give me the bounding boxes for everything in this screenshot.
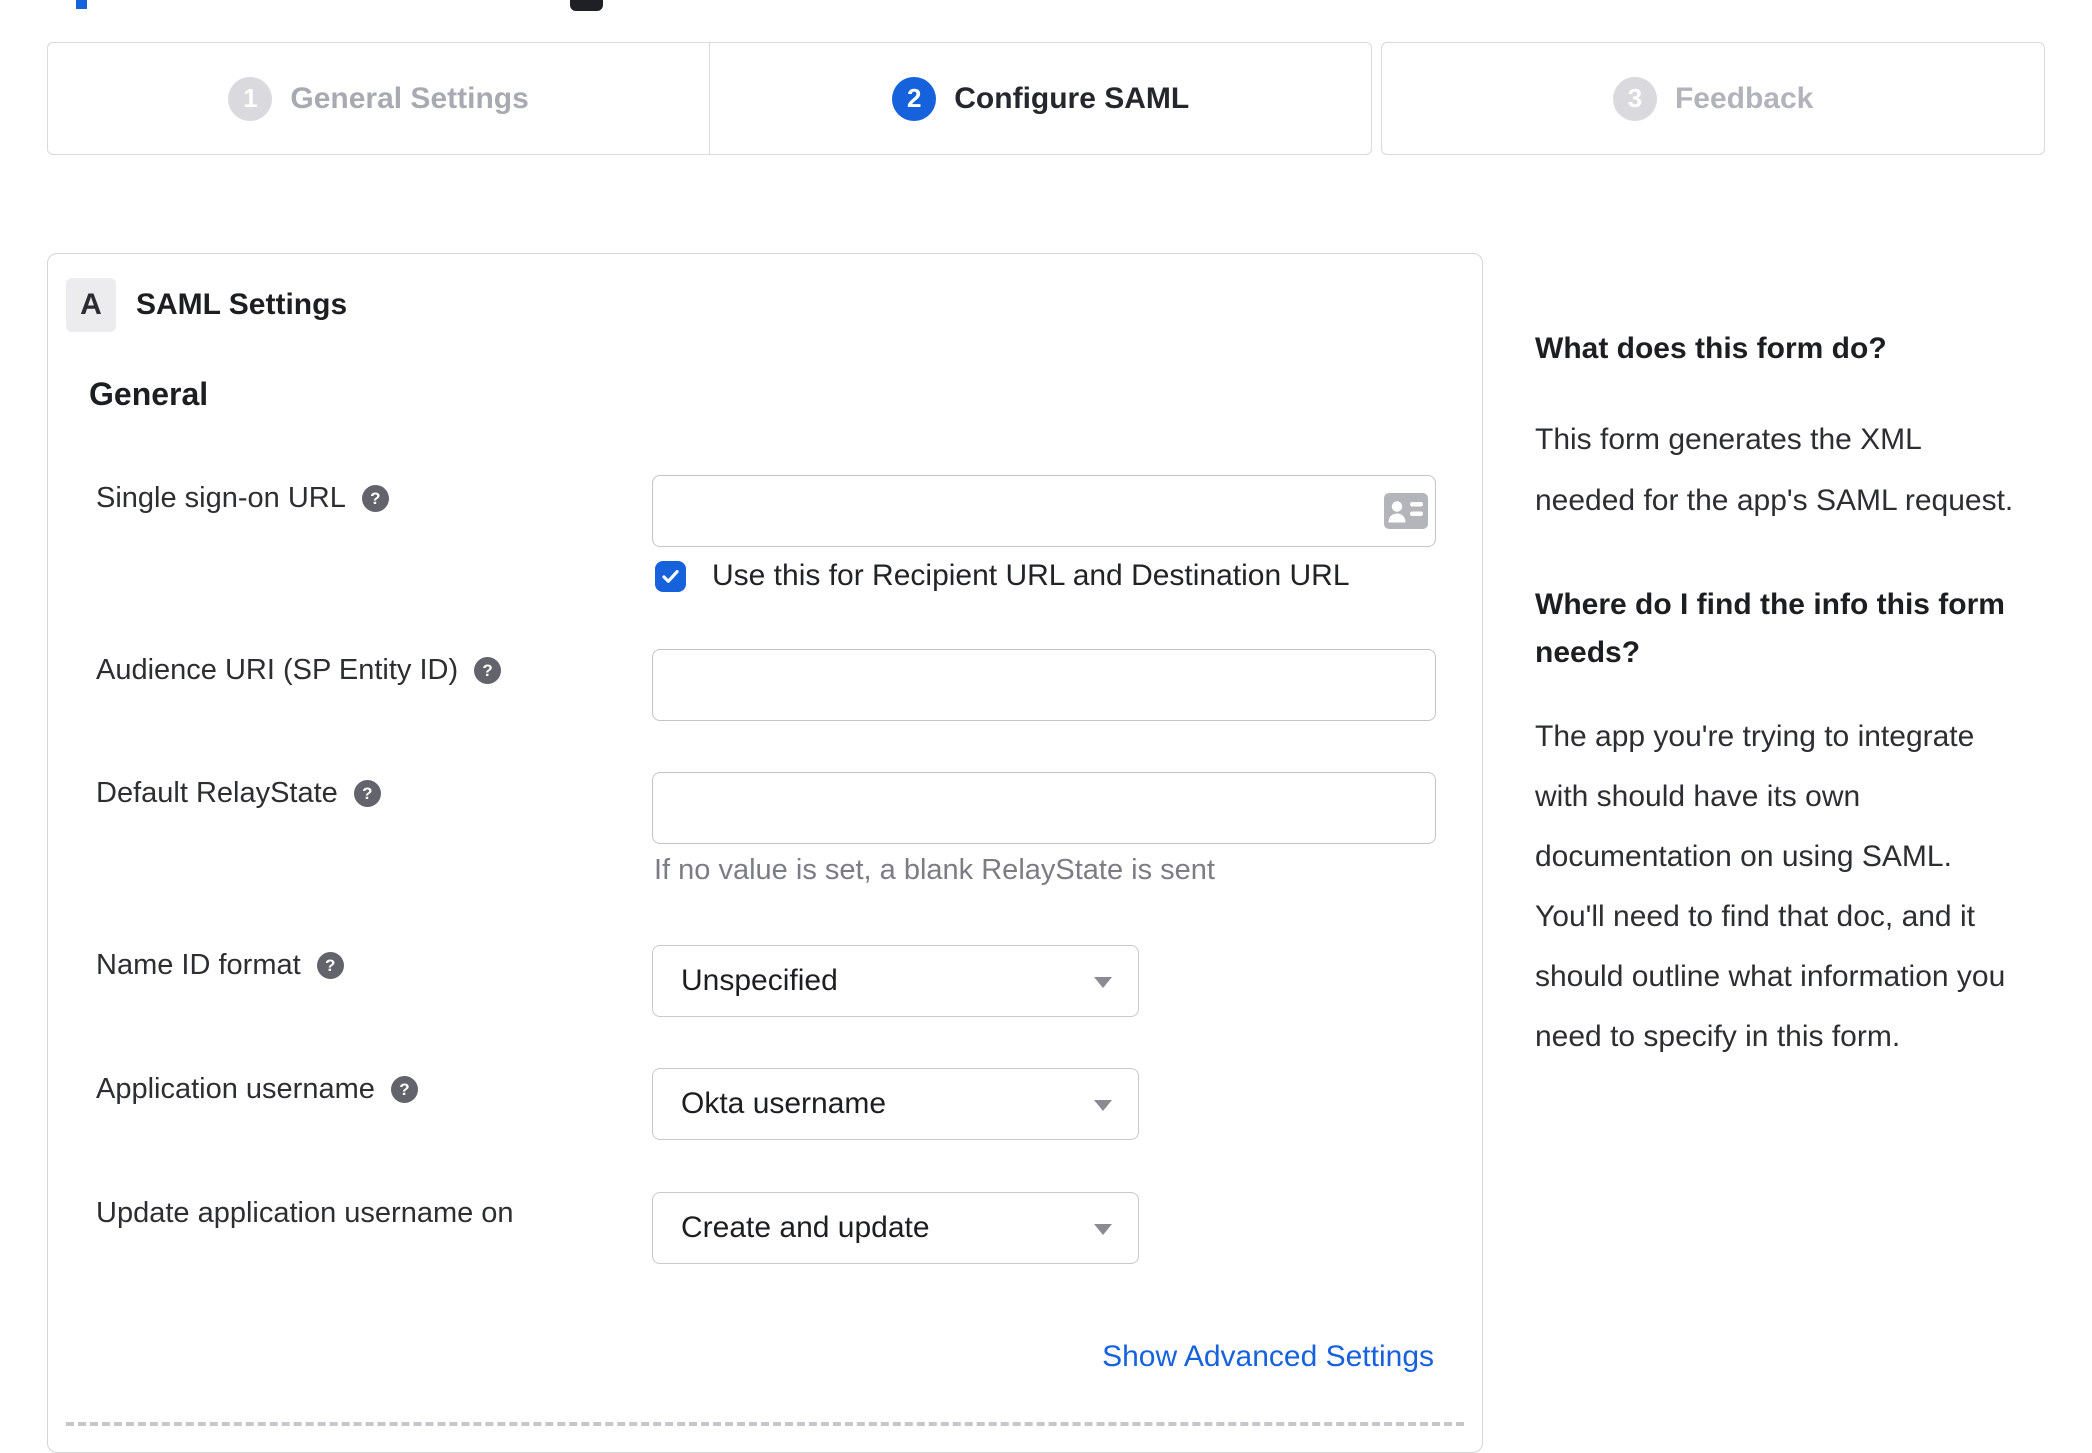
step-configure-saml[interactable]: 2 Configure SAML [709, 43, 1371, 154]
relaystate-label: Default RelayState [96, 777, 338, 809]
sidebar-paragraph-1: This form generates the XML needed for t… [1535, 423, 2014, 517]
step-1-label: General Settings [290, 81, 529, 115]
audience-uri-label-row: Audience URI (SP Entity ID) ? [96, 654, 502, 687]
section-badge: A [66, 278, 116, 332]
sso-url-input[interactable] [652, 475, 1436, 547]
audience-uri-label: Audience URI (SP Entity ID) [96, 654, 459, 686]
cutoff-logo-fragment [76, 0, 87, 9]
relaystate-label-row: Default RelayState ? [96, 777, 381, 810]
name-id-format-select[interactable]: Unspecified [652, 945, 1139, 1017]
section-title: SAML Settings [136, 288, 348, 321]
step-2-label: Configure SAML [954, 81, 1190, 115]
step-2-number-badge: 2 [892, 76, 937, 121]
app-username-value: Okta username [681, 1087, 887, 1120]
help-icon[interactable]: ? [316, 952, 344, 979]
sso-url-label: Single sign-on URL [96, 482, 346, 514]
step-1-number-badge: 1 [228, 76, 273, 121]
relaystate-input[interactable] [652, 772, 1436, 844]
help-icon[interactable]: ? [353, 780, 381, 807]
update-username-label: Update application username on [96, 1197, 514, 1229]
step-3-label: Feedback [1674, 81, 1814, 115]
app-username-label-row: Application username ? [96, 1073, 418, 1106]
section-dashed-separator [66, 1422, 1464, 1426]
app-username-select[interactable]: Okta username [652, 1068, 1139, 1140]
app-username-label: Application username [96, 1073, 375, 1105]
update-username-label-row: Update application username on [96, 1197, 514, 1230]
saml-settings-card: A SAML Settings General Single sign-on U… [47, 253, 1483, 1453]
help-icon[interactable]: ? [390, 1076, 418, 1103]
recipient-url-checkbox-row: Use this for Recipient URL and Destinati… [655, 559, 1350, 593]
recipient-url-checkbox[interactable] [655, 560, 686, 592]
update-username-select[interactable]: Create and update [652, 1192, 1139, 1264]
stepper-group: 1 General Settings 2 Configure SAML [47, 42, 1373, 155]
general-group-heading: General [89, 376, 209, 412]
step-feedback[interactable]: 3 Feedback [1381, 42, 2045, 155]
name-id-format-value: Unspecified [681, 964, 838, 997]
sidebar-heading-1: What does this form do? [1535, 332, 1887, 365]
dropdown-caret-icon [1094, 977, 1112, 988]
show-advanced-settings-link[interactable]: Show Advanced Settings [1102, 1340, 1434, 1374]
dropdown-caret-icon [1094, 1100, 1112, 1111]
recipient-url-checkbox-label: Use this for Recipient URL and Destinati… [712, 559, 1350, 592]
help-icon[interactable]: ? [474, 657, 502, 684]
update-username-value: Create and update [681, 1211, 930, 1244]
help-sidebar: What does this form do? This form genera… [1535, 325, 2029, 1067]
cutoff-app-icon-fragment [570, 0, 603, 11]
check-icon [662, 569, 679, 583]
sso-url-label-row: Single sign-on URL ? [96, 482, 389, 515]
sidebar-heading-2: Where do I find the info this form needs… [1535, 588, 2005, 669]
step-3-number-badge: 3 [1612, 76, 1657, 121]
sidebar-paragraph-2: The app you're trying to integrate with … [1535, 720, 2006, 1053]
name-id-format-label-row: Name ID format ? [96, 949, 344, 982]
audience-uri-input[interactable] [652, 649, 1436, 721]
name-id-format-label: Name ID format [96, 949, 301, 981]
dropdown-caret-icon [1094, 1224, 1112, 1235]
step-general-settings[interactable]: 1 General Settings [48, 43, 709, 154]
relaystate-helper-text: If no value is set, a blank RelayState i… [654, 854, 1215, 886]
wizard-stepper: 1 General Settings 2 Configure SAML 3 Fe… [47, 42, 2045, 155]
help-icon[interactable]: ? [361, 485, 389, 512]
